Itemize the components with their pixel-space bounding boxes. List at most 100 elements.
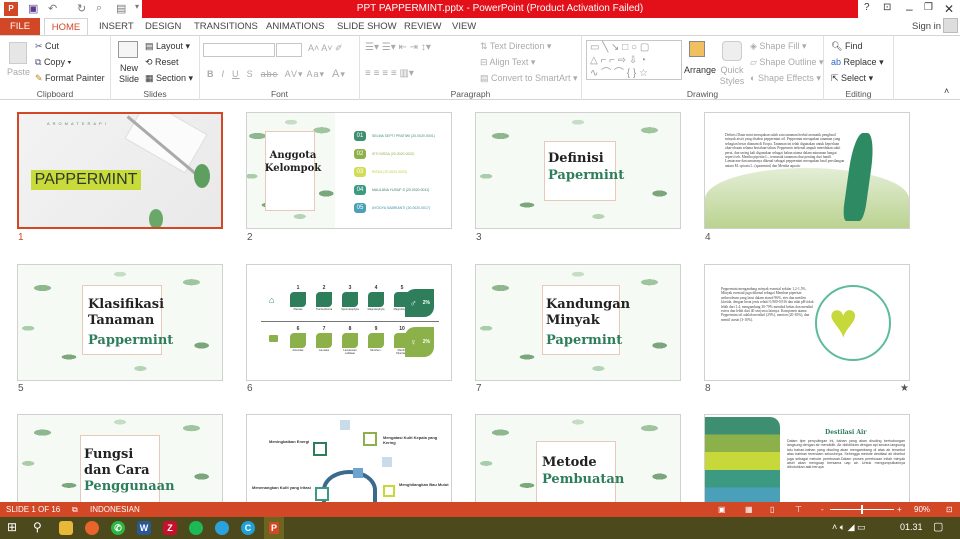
font-color-button[interactable]: A	[332, 68, 340, 80]
underline-button[interactable]: U	[232, 69, 240, 79]
font-size-select[interactable]	[276, 43, 302, 57]
c-app-icon[interactable]: C	[241, 521, 255, 535]
slide-thumbnail-8[interactable]: Peppermint mengandung minyak esensial se…	[704, 264, 910, 381]
arrange-button[interactable]: Arrange	[684, 65, 716, 75]
tab-view[interactable]: VIEW	[452, 18, 476, 35]
reading-view-button[interactable]: ▯	[770, 502, 774, 517]
bullets-numbering-icons[interactable]: ☰▾ ☰▾ ⇤ ⇥ ↕▾	[365, 42, 431, 53]
slideshow-view-button[interactable]: ⊤	[795, 502, 802, 517]
undo-icon[interactable]: ↶	[48, 2, 57, 15]
grow-font-icon[interactable]: A˄ A˅ ✐	[308, 43, 343, 54]
slide-thumbnail-5[interactable]: Klasifikasi Tanaman Pappermint	[17, 264, 223, 381]
select-button[interactable]: ⇱ Select ▾	[831, 73, 873, 84]
zoom-slider-thumb[interactable]	[860, 505, 863, 514]
tab-insert[interactable]: INSERT	[99, 18, 134, 35]
replace-button[interactable]: ab Replace ▾	[831, 57, 884, 68]
close-icon[interactable]: ✕	[944, 2, 954, 16]
paste-button[interactable]: Paste	[7, 67, 30, 77]
spelling-icon[interactable]: ⧉	[72, 502, 78, 517]
slide-thumbnail-7[interactable]: Kandungan Minyak Papermint	[475, 264, 681, 381]
tab-slide-show[interactable]: SLIDE SHOW	[337, 18, 397, 35]
square-deco	[382, 457, 392, 467]
ribbon-display-icon[interactable]: ⊡	[883, 2, 891, 13]
shape-outline-button[interactable]: ▱ Shape Outline ▾	[750, 57, 824, 68]
windows-start-icon[interactable]: ⊞	[7, 520, 17, 534]
tab-transitions[interactable]: TRANSITIONS	[194, 18, 258, 35]
telegram-icon[interactable]	[215, 521, 229, 535]
powerpoint-taskbar-icon[interactable]: P	[264, 517, 284, 539]
user-avatar[interactable]	[943, 18, 958, 33]
collapse-ribbon-icon[interactable]: ˄	[944, 86, 949, 96]
reset-button[interactable]: ⟲ Reset	[145, 57, 179, 68]
slide-thumbnail-4[interactable]: Definisi Daun mint merupakan salah satu …	[704, 112, 910, 229]
quick-styles-button[interactable]: Quick Styles	[717, 65, 747, 87]
cut-button[interactable]: ✂ Cut	[35, 41, 59, 52]
shape-effects-button[interactable]: ◐ Shape Effects ▾	[750, 73, 821, 84]
whatsapp-icon[interactable]: ✆	[111, 521, 125, 535]
customize-qat-icon[interactable]: ▾	[135, 2, 139, 11]
slide-thumbnail-6[interactable]: ⌂ 1 Plantae 2 Tracheobionta 3 Spermatophyta 4 M…	[246, 264, 452, 381]
help-icon[interactable]: ?	[864, 2, 870, 13]
slide-thumbnail-11[interactable]: Metode Pembuatan	[475, 414, 681, 504]
format-painter-button[interactable]: ✎ Format Painter	[35, 73, 105, 84]
search-icon[interactable]: ⚲	[33, 520, 42, 534]
animation-star-icon[interactable]: ★	[900, 383, 909, 394]
fit-to-window-icon[interactable]: ⊡	[946, 502, 953, 517]
char-spacing-button[interactable]: AV	[285, 69, 298, 79]
strikethrough-button[interactable]: abc	[261, 69, 279, 79]
redo-icon[interactable]: ↻	[77, 2, 86, 15]
tab-animations[interactable]: ANIMATIONS	[266, 18, 324, 35]
save-icon[interactable]: ▣	[28, 2, 38, 15]
normal-view-button[interactable]: ▣	[718, 502, 726, 517]
slide-thumbnail-10[interactable]: Meningkatkan Energi Mengatasi Kulit Kepa…	[246, 414, 452, 504]
shadow-button[interactable]: S	[247, 69, 254, 79]
language-indicator[interactable]: INDONESIAN	[90, 502, 140, 517]
copy-button[interactable]: ⧉ Copy ▾	[35, 57, 71, 68]
zoom-out-button[interactable]: -	[821, 502, 824, 517]
slide-title-accent: Pembuatan	[542, 472, 625, 487]
text-direction-button[interactable]: ⇅ Text Direction ▾	[480, 41, 551, 52]
bold-button[interactable]: B	[207, 69, 215, 79]
shape-fill-button[interactable]: ◈ Shape Fill ▾	[750, 41, 806, 52]
find-button[interactable]: 🔍︎ Find	[831, 41, 862, 52]
new-slide-button[interactable]: New Slide	[117, 63, 141, 85]
slideshow-icon[interactable]: ⌕	[96, 2, 102, 15]
spotify-icon[interactable]	[189, 521, 203, 535]
firefox-icon[interactable]	[85, 521, 99, 535]
taxonomy-item: 9 Mentha L.	[367, 326, 385, 355]
system-tray-icons[interactable]: ˄ 🔈︎ ◢ ▭	[832, 522, 866, 533]
slide-thumbnail-1[interactable]: AROMATERAPI PAPPERMINT	[17, 112, 223, 229]
tab-file[interactable]: FILE	[0, 18, 40, 35]
shapes-gallery[interactable]: ▭ ╲ ↘ □ ○ ▢ △ ⌐ ⌐ ⇨ ⇩ ◔ ∿ ⌒ ⌒ { } ☆	[586, 40, 682, 80]
zoom-in-button[interactable]: +	[897, 502, 902, 517]
notifications-icon[interactable]: ▢	[933, 520, 943, 533]
taxonomy-item: 8 Lamiaceae/ Labiatae	[341, 326, 359, 355]
slide-thumbnail-12[interactable]: Destilasi Air Dalam tipe penyulingan ini…	[704, 414, 910, 504]
slide-thumbnail-9[interactable]: Fungsi dan Cara Penggunaan	[17, 414, 223, 504]
convert-smartart-button[interactable]: ▤ Convert to SmartArt ▾	[480, 73, 578, 84]
alignment-icons[interactable]: ≡ ≡ ≡ ≡ ▥▾	[365, 68, 414, 79]
zoom-level[interactable]: 90%	[914, 502, 930, 517]
file-explorer-icon[interactable]	[59, 521, 73, 535]
minimize-icon[interactable]: –	[906, 2, 913, 16]
italic-button[interactable]: I	[222, 69, 226, 79]
qat-icon[interactable]: ▤	[116, 2, 126, 15]
z-app-icon[interactable]: Z	[163, 521, 177, 535]
change-case-button[interactable]: Aa	[307, 69, 320, 79]
word-icon[interactable]: W	[137, 521, 151, 535]
sign-in-link[interactable]: Sign in	[912, 21, 941, 32]
restore-icon[interactable]: ❐	[924, 2, 933, 13]
slide-sorter-view-button[interactable]: ▦	[745, 502, 753, 517]
slide-thumbnail-3[interactable]: Definisi Papermint	[475, 112, 681, 229]
font-name-select[interactable]	[203, 43, 275, 57]
layout-button[interactable]: ▤ Layout ▾	[145, 41, 190, 52]
slide-body-text: Definisi Daun mint merupakan salah satu …	[725, 133, 845, 168]
tab-design[interactable]: DESIGN	[145, 18, 181, 35]
tab-review[interactable]: REVIEW	[404, 18, 441, 35]
layout-label: Layout	[156, 41, 184, 51]
section-button[interactable]: ▦ Section ▾	[145, 73, 193, 84]
clock[interactable]: 01.31	[900, 522, 923, 532]
slide-thumbnail-2[interactable]: Anggota Kelompok 01 SELMA SEPTI PRATIWI (…	[246, 112, 452, 229]
tab-home[interactable]: HOME	[44, 18, 88, 35]
align-text-button[interactable]: ⊟ Align Text ▾	[480, 57, 535, 68]
